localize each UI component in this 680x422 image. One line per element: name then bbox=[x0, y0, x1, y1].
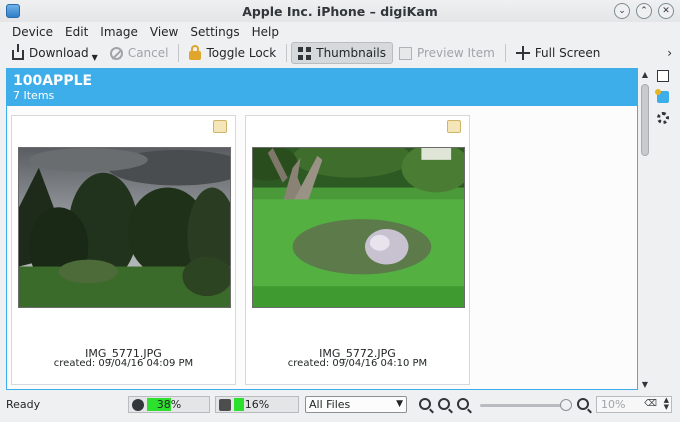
chevron-down-icon: ▼ bbox=[396, 399, 403, 409]
vertical-scrollbar[interactable]: ▲ ▼ bbox=[640, 70, 650, 390]
window-title: Apple Inc. iPhone – digiKam bbox=[242, 3, 438, 19]
thumbnails-icon bbox=[298, 46, 312, 60]
settings-gear-icon[interactable] bbox=[657, 112, 669, 124]
lock-icon bbox=[189, 45, 202, 60]
album-title: 100APPLE bbox=[13, 73, 93, 89]
new-item-icon bbox=[213, 120, 227, 133]
toggle-lock-button[interactable]: Toggle Lock bbox=[183, 42, 282, 64]
full-screen-icon bbox=[515, 46, 530, 60]
zoom-in-icon[interactable] bbox=[577, 398, 589, 410]
download-label: Download bbox=[29, 46, 89, 60]
thumbnail-image bbox=[252, 147, 465, 308]
toolbar-separator bbox=[178, 44, 180, 62]
scroll-up-icon[interactable]: ▲ bbox=[640, 70, 650, 80]
album-storage-percent: 16% bbox=[244, 398, 270, 411]
chevron-down-icon[interactable]: ▼ bbox=[92, 53, 98, 62]
menu-edit[interactable]: Edit bbox=[59, 25, 94, 39]
download-button[interactable]: Download ▼ bbox=[6, 42, 104, 64]
toolbar-separator bbox=[286, 44, 288, 62]
toolbar: Download ▼ Cancel Toggle Lock Thumbnails… bbox=[0, 42, 680, 64]
zoom-fit-icon[interactable] bbox=[438, 398, 450, 410]
right-sidebar bbox=[654, 70, 672, 124]
preview-item-button[interactable]: Preview Item bbox=[393, 42, 501, 64]
cancel-button[interactable]: Cancel bbox=[104, 42, 175, 64]
full-screen-button[interactable]: Full Screen bbox=[510, 42, 607, 64]
full-screen-label: Full Screen bbox=[534, 46, 601, 60]
camera-storage-percent: 38% bbox=[156, 398, 182, 411]
download-icon bbox=[12, 44, 24, 60]
status-bar: Ready 38% 16% All Files ▼ 10% ⌫ ▲ ▼ bbox=[0, 394, 680, 416]
zoom-out-icon[interactable] bbox=[457, 398, 469, 410]
properties-icon[interactable] bbox=[657, 70, 669, 82]
zoom-slider-handle[interactable] bbox=[560, 399, 572, 411]
metadata-icon[interactable] bbox=[655, 89, 669, 103]
cancel-label: Cancel bbox=[127, 46, 169, 60]
maximize-button[interactable]: ⌃ bbox=[636, 3, 652, 19]
toggle-lock-label: Toggle Lock bbox=[206, 46, 277, 60]
scrollbar-handle[interactable] bbox=[641, 84, 649, 156]
spin-buttons-icon[interactable]: ▲ ▼ bbox=[664, 397, 669, 411]
menu-settings[interactable]: Settings bbox=[184, 25, 245, 39]
status-text: Ready bbox=[6, 398, 41, 411]
zoom-slider[interactable] bbox=[480, 399, 572, 411]
menu-device[interactable]: Device bbox=[6, 25, 59, 39]
close-button[interactable]: ✕ bbox=[658, 3, 674, 19]
album-item-count: 7 Items bbox=[13, 89, 55, 102]
item-created-date: created: 09/04/16 04:10 PM bbox=[287, 358, 428, 369]
thumbnails-label: Thumbnails bbox=[316, 46, 386, 60]
thumbnail-view[interactable]: 100APPLE 7 Items IMG_5771.JPG created: 0… bbox=[6, 68, 638, 390]
scroll-down-icon[interactable]: ▼ bbox=[640, 380, 650, 390]
zoom-level-value: 10% bbox=[601, 398, 626, 411]
thumbnail-image bbox=[18, 147, 231, 308]
new-item-icon bbox=[447, 120, 461, 133]
album-header: 100APPLE 7 Items bbox=[7, 69, 637, 106]
title-bar: Apple Inc. iPhone – digiKam ⌄ ⌃ ✕ bbox=[0, 0, 680, 22]
album-storage-meter: 16% bbox=[215, 396, 299, 413]
toolbar-overflow-icon[interactable]: › bbox=[667, 46, 672, 60]
menu-view[interactable]: View bbox=[144, 25, 184, 39]
toolbar-separator bbox=[504, 44, 506, 62]
file-filter-value: All Files bbox=[309, 398, 351, 411]
clear-icon[interactable]: ⌫ bbox=[644, 397, 657, 412]
window-controls: ⌄ ⌃ ✕ bbox=[614, 3, 674, 19]
camera-storage-meter: 38% bbox=[128, 396, 210, 413]
zoom-in-icon[interactable] bbox=[419, 398, 431, 410]
menu-bar: Device Edit Image View Settings Help bbox=[0, 22, 680, 42]
zoom-level-field[interactable]: 10% ⌫ ▲ ▼ bbox=[596, 396, 672, 413]
file-filter-select[interactable]: All Files ▼ bbox=[305, 396, 407, 413]
cancel-icon bbox=[109, 46, 123, 60]
thumbnail-item[interactable]: IMG_5772.JPG created: 09/04/16 04:10 PM bbox=[245, 115, 470, 385]
preview-item-label: Preview Item bbox=[416, 46, 495, 60]
thumbnail-item[interactable]: IMG_5771.JPG created: 09/04/16 04:09 PM bbox=[11, 115, 236, 385]
menu-image[interactable]: Image bbox=[94, 25, 144, 39]
minimize-button[interactable]: ⌄ bbox=[614, 3, 630, 19]
preview-icon bbox=[398, 46, 412, 60]
menu-help[interactable]: Help bbox=[246, 25, 285, 39]
item-created-date: created: 09/04/16 04:09 PM bbox=[53, 358, 194, 369]
thumbnails-button[interactable]: Thumbnails bbox=[291, 42, 393, 64]
app-icon bbox=[6, 4, 20, 18]
